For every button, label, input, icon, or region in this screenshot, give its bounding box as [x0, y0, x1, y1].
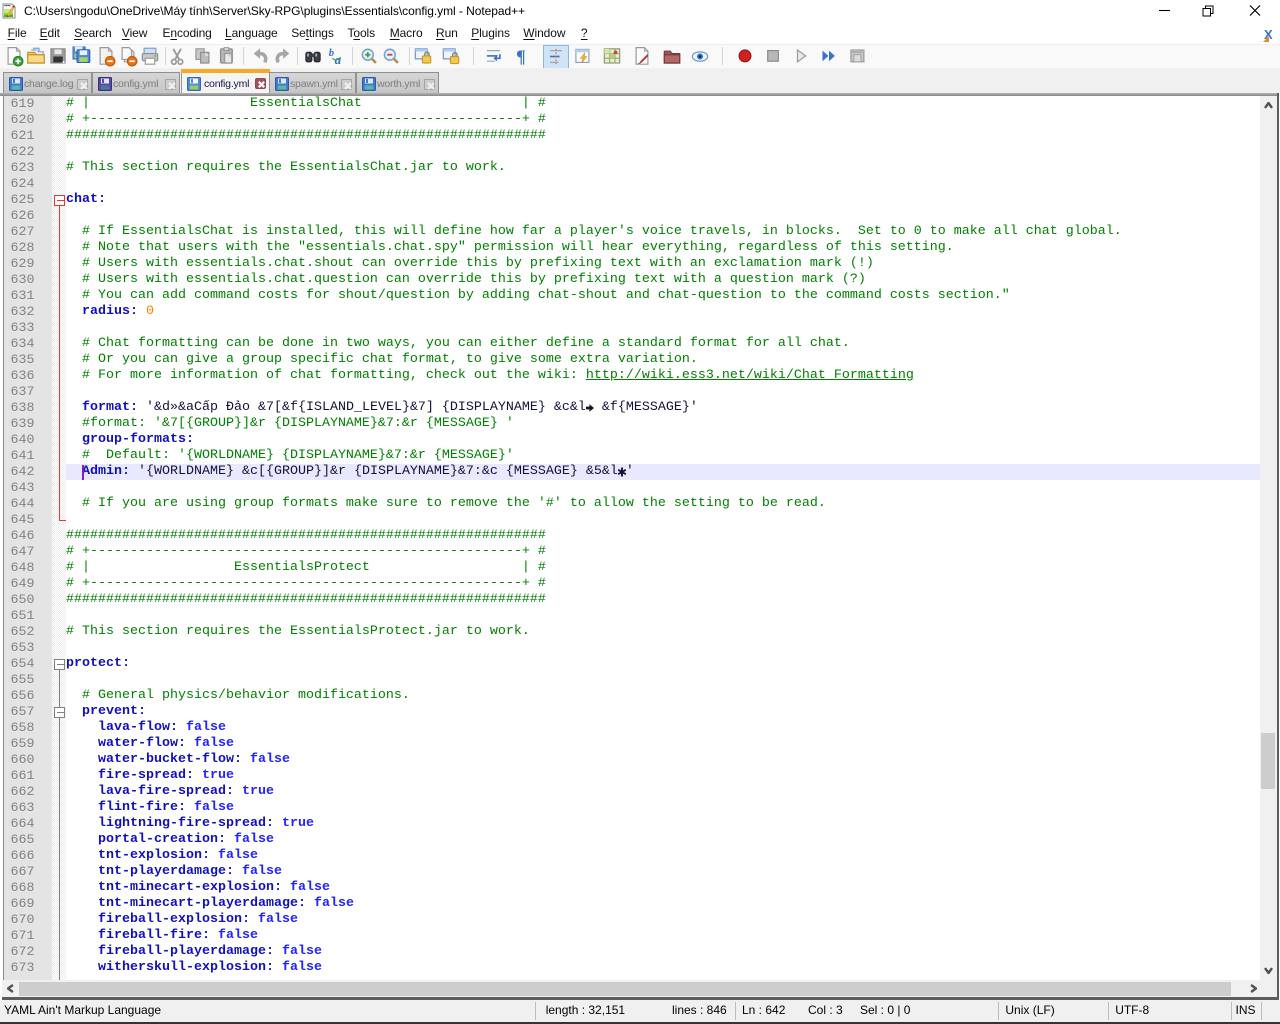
- svg-text:b: b: [329, 48, 334, 59]
- svg-text:¶: ¶: [516, 46, 526, 66]
